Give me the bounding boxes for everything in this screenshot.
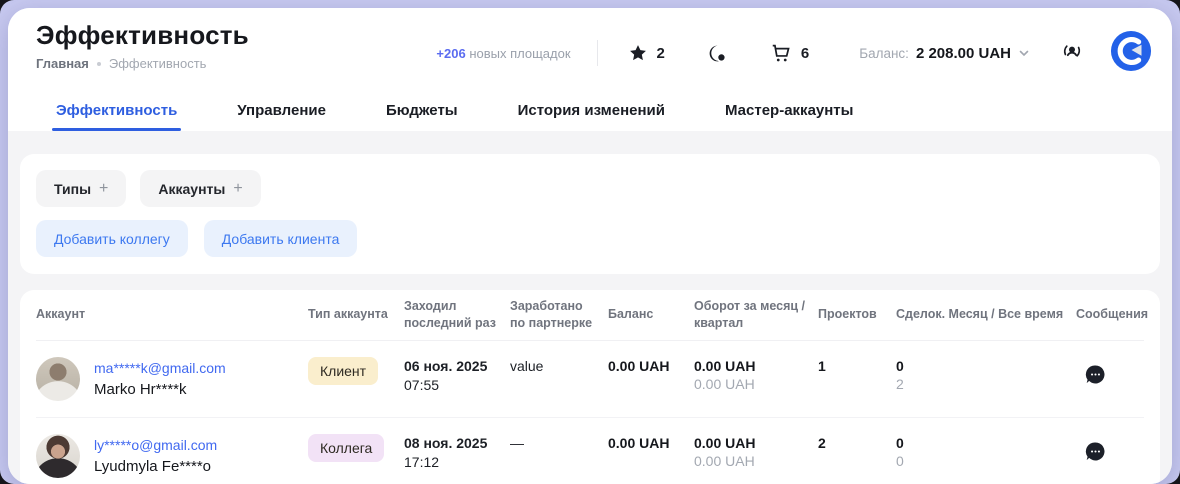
add-colleague-button[interactable]: Добавить коллегу <box>36 220 188 257</box>
table-header-row: Аккаунт Тип аккаунта Заходил последний р… <box>36 290 1144 341</box>
column-header-last-visit: Заходил последний раз <box>404 290 510 340</box>
tab-management[interactable]: Управление <box>229 98 334 131</box>
account-email-link[interactable]: ma*****k@gmail.com <box>94 360 226 376</box>
add-client-button[interactable]: Добавить клиента <box>204 220 358 257</box>
star-icon <box>628 43 648 63</box>
turnover-month: 0.00 UAH <box>694 358 808 374</box>
tab-bar: Эффективность Управление Бюджеты История… <box>36 72 1152 131</box>
balance-value: 0.00 UAH <box>608 341 694 374</box>
desktop-background: Эффективность Главная Эффективность +206… <box>0 0 1180 484</box>
page-title: Эффективность <box>36 20 249 51</box>
message-bubble-icon <box>1084 440 1107 463</box>
balance-value: 2 208.00 UAH <box>916 45 1011 62</box>
deals-month: 0 <box>896 358 1066 374</box>
column-header-turnover: Оборот за месяц / квартал <box>694 290 818 340</box>
balance-value: 0.00 UAH <box>608 418 694 451</box>
column-header-messages: Сообщения <box>1076 298 1158 331</box>
new-platforms-label: новых площадок <box>469 46 570 61</box>
balance-label: Баланс: <box>859 46 909 61</box>
table-row: ma*****k@gmail.com Marko Hr****k Клиент … <box>36 341 1144 417</box>
turnover-month: 0.00 UAH <box>694 435 808 451</box>
filter-accounts-label: Аккаунты <box>158 181 225 197</box>
column-header-account-type: Тип аккаунта <box>308 298 404 331</box>
message-button[interactable] <box>1076 341 1144 391</box>
last-visit-time: 07:55 <box>404 377 500 393</box>
page-header: Эффективность Главная Эффективность +206… <box>8 8 1172 131</box>
deals-total: 2 <box>896 376 1066 392</box>
turnover-quarter: 0.00 UAH <box>694 376 808 392</box>
chat-button[interactable] <box>707 43 728 64</box>
partner-earned-value: value <box>510 341 608 374</box>
new-platforms-count: +206 <box>436 46 465 61</box>
favorites-button[interactable]: 2 <box>628 43 665 63</box>
plus-icon: + <box>99 180 108 198</box>
table-row: ly*****o@gmail.com Lyudmyla Fe****o Колл… <box>36 417 1144 484</box>
chevron-down-icon <box>1018 47 1030 59</box>
breadcrumb-current: Эффективность <box>109 56 207 71</box>
topbar-divider <box>597 40 598 66</box>
account-name: Marko Hr****k <box>94 381 226 398</box>
last-visit-date: 08 ноя. 2025 <box>404 435 500 451</box>
breadcrumb-separator <box>97 62 101 66</box>
cart-button[interactable]: 6 <box>770 42 809 64</box>
account-type-badge: Коллега <box>308 434 384 462</box>
app-logo-c[interactable] <box>1110 30 1152 72</box>
partner-earned-value: — <box>510 418 608 451</box>
balance-dropdown[interactable]: Баланс: 2 208.00 UAH <box>859 45 1030 62</box>
chat-bubble-icon <box>707 43 728 64</box>
projects-count: 2 <box>818 418 896 451</box>
deals-month: 0 <box>896 435 1066 451</box>
accounts-table: Аккаунт Тип аккаунта Заходил последний р… <box>20 290 1160 484</box>
account-name: Lyudmyla Fe****o <box>94 458 217 475</box>
filter-types-button[interactable]: Типы + <box>36 170 126 207</box>
last-visit-time: 17:12 <box>404 454 500 470</box>
message-bubble-icon <box>1084 363 1107 386</box>
last-visit-date: 06 ноя. 2025 <box>404 358 500 374</box>
column-header-balance: Баланс <box>608 298 694 331</box>
plus-icon: + <box>233 180 242 198</box>
content-area: Типы + Аккаунты + Добавить коллегу Добав… <box>8 131 1172 484</box>
app-window: Эффективность Главная Эффективность +206… <box>8 8 1172 484</box>
filter-accounts-button[interactable]: Аккаунты + <box>140 170 260 207</box>
column-header-partner-earned: Заработано по партнерке <box>510 290 608 340</box>
tab-effectiveness[interactable]: Эффективность <box>48 98 185 131</box>
tab-budgets[interactable]: Бюджеты <box>378 98 466 131</box>
avatar[interactable] <box>36 357 80 401</box>
deals-total: 0 <box>896 453 1066 469</box>
new-platforms-link[interactable]: +206 новых площадок <box>436 46 570 61</box>
topbar: +206 новых площадок 2 <box>436 34 1152 72</box>
breadcrumb: Главная Эффективность <box>36 56 249 71</box>
filter-types-label: Типы <box>54 181 91 197</box>
tab-change-history[interactable]: История изменений <box>510 98 673 131</box>
account-type-badge: Клиент <box>308 357 378 385</box>
avatar[interactable] <box>36 434 80 478</box>
breadcrumb-home-link[interactable]: Главная <box>36 56 89 71</box>
shopping-cart-icon <box>770 42 792 64</box>
column-header-account: Аккаунт <box>36 298 308 331</box>
favorites-count: 2 <box>657 45 665 62</box>
account-email-link[interactable]: ly*****o@gmail.com <box>94 437 217 453</box>
turnover-quarter: 0.00 UAH <box>694 453 808 469</box>
cart-count: 6 <box>801 45 809 62</box>
message-button[interactable] <box>1076 418 1144 468</box>
filters-card: Типы + Аккаунты + Добавить коллегу Добав… <box>20 154 1160 274</box>
account-switch-icon[interactable] <box>1060 39 1084 68</box>
column-header-projects: Проектов <box>818 298 896 331</box>
tab-master-accounts[interactable]: Мастер-аккаунты <box>717 98 861 131</box>
projects-count: 1 <box>818 341 896 374</box>
column-header-deals: Сделок. Месяц / Все время <box>896 298 1076 331</box>
